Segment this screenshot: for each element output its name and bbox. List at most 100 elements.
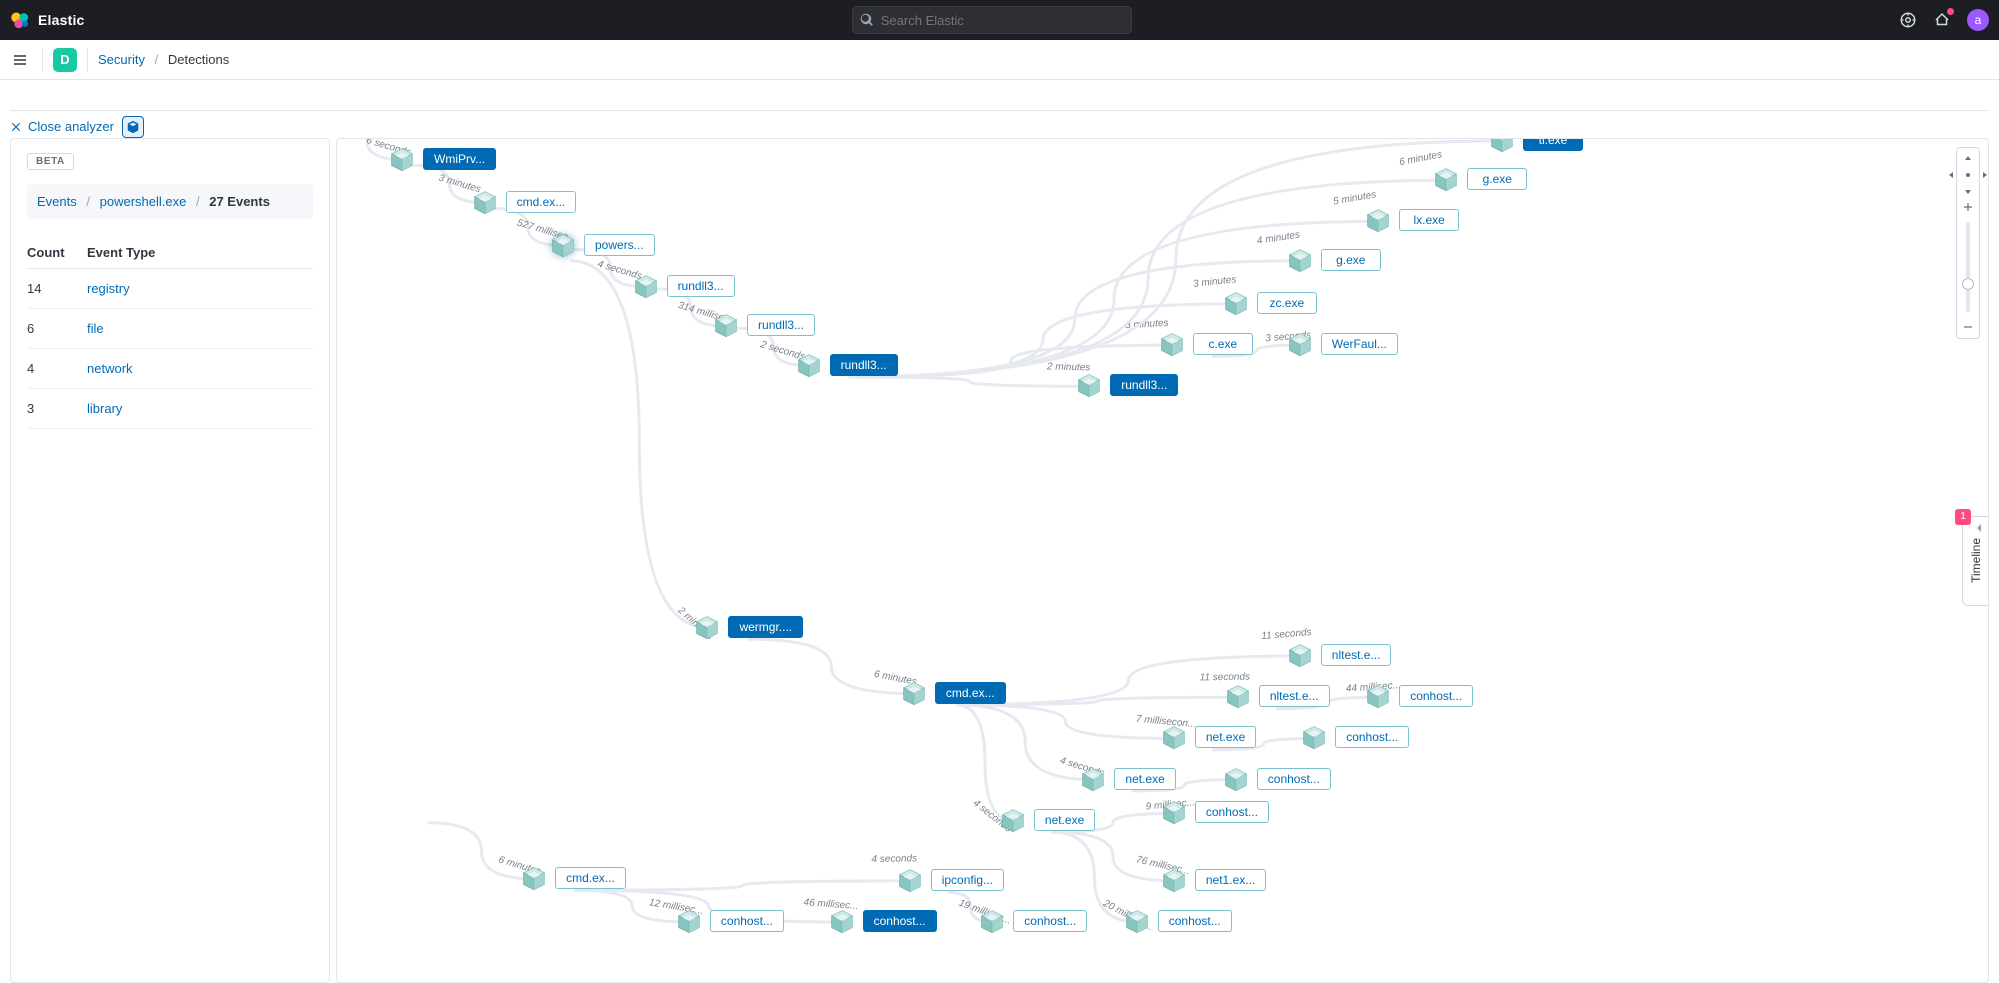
process-node-ch_cmd3[interactable]: conhost... <box>676 908 784 934</box>
analyzer-side-panel: BETA Events / powershell.exe / 27 Events… <box>10 138 330 983</box>
zoom-knob[interactable] <box>1962 278 1974 290</box>
process-node-ch_nlt2[interactable]: conhost... <box>1365 683 1473 709</box>
event-type-link[interactable]: network <box>87 361 133 376</box>
breadcrumb-parent[interactable]: Security <box>98 52 145 67</box>
process-node-ch_net3[interactable]: conhost... <box>1161 799 1269 825</box>
process-node-cmd3[interactable]: cmd.ex... <box>521 865 626 891</box>
process-node-wer[interactable]: WerFaul... <box>1287 331 1398 357</box>
process-pill[interactable]: net.exe <box>1195 726 1256 748</box>
process-pill[interactable]: c.exe <box>1193 333 1253 355</box>
process-node-g2[interactable]: g.exe <box>1433 166 1527 192</box>
process-pill[interactable]: rundll3... <box>747 314 815 336</box>
search-icon <box>860 13 874 27</box>
divider <box>87 48 88 72</box>
process-pill[interactable]: WmiPrv... <box>423 148 496 170</box>
pan-left[interactable] <box>1944 168 1960 182</box>
process-pill[interactable]: conhost... <box>1335 726 1409 748</box>
process-node-ch_ipc[interactable]: conhost... <box>979 908 1087 934</box>
timeline-flyout-toggle[interactable]: 1 Timeline <box>1962 516 1988 606</box>
process-pill[interactable]: tl.exe <box>1523 138 1583 151</box>
process-node-net1[interactable]: net.exe <box>1161 724 1256 750</box>
process-pill[interactable]: ipconfig... <box>931 869 1004 891</box>
process-node-tl[interactable]: tl.exe <box>1489 138 1583 153</box>
pan-up[interactable] <box>1960 152 1976 166</box>
cell-type: registry <box>87 269 313 309</box>
pan-center[interactable] <box>1960 168 1976 182</box>
process-pill[interactable]: lx.exe <box>1399 209 1459 231</box>
process-node-ch_net2[interactable]: conhost... <box>1223 766 1331 792</box>
user-avatar[interactable]: a <box>1967 9 1989 31</box>
bc-process[interactable]: powershell.exe <box>100 194 187 209</box>
process-pill[interactable]: nltest.e... <box>1259 685 1330 707</box>
pan-right[interactable] <box>1976 168 1989 182</box>
event-type-link[interactable]: library <box>87 401 122 416</box>
process-pill[interactable]: conhost... <box>863 910 937 932</box>
process-pill[interactable]: zc.exe <box>1257 292 1317 314</box>
zoom-in[interactable] <box>1960 200 1976 214</box>
process-pill[interactable]: wermgr.... <box>728 616 803 638</box>
process-pill[interactable]: net.exe <box>1034 809 1095 831</box>
nav-toggle[interactable] <box>8 48 32 72</box>
process-node-zc[interactable]: zc.exe <box>1223 290 1317 316</box>
process-node-net1b[interactable]: net1.ex... <box>1161 867 1266 893</box>
zoom-track[interactable] <box>1966 222 1970 312</box>
event-type-link[interactable]: registry <box>87 281 130 296</box>
event-type-link[interactable]: file <box>87 321 104 336</box>
zoom-out[interactable] <box>1960 320 1976 334</box>
process-node-cexe[interactable]: c.exe <box>1159 331 1253 357</box>
process-node-wmi[interactable]: WmiPrv... <box>389 146 496 172</box>
process-pill[interactable]: conhost... <box>1257 768 1331 790</box>
process-pill[interactable]: powers... <box>584 234 655 256</box>
process-pill[interactable]: g.exe <box>1467 168 1527 190</box>
process-pill[interactable]: WerFaul... <box>1321 333 1398 355</box>
process-pill[interactable]: cmd.ex... <box>935 682 1006 704</box>
process-node-ch_net1[interactable]: conhost... <box>1301 724 1409 750</box>
brand[interactable]: Elastic <box>10 10 85 30</box>
process-node-nlt1[interactable]: nltest.e... <box>1287 642 1392 668</box>
process-node-wermgr[interactable]: wermgr.... <box>694 614 803 640</box>
process-pill[interactable]: net.exe <box>1114 768 1175 790</box>
process-node-ps[interactable]: powers... <box>550 232 655 258</box>
process-pill[interactable]: rundll3... <box>667 275 735 297</box>
process-node-cmd1[interactable]: cmd.ex... <box>472 189 577 215</box>
process-node-ch_net1b[interactable]: conhost... <box>1124 908 1232 934</box>
close-analyzer-button[interactable]: Close analyzer <box>10 119 114 134</box>
analyzer-view-toggle[interactable] <box>122 116 144 138</box>
help-icon[interactable] <box>1899 11 1917 29</box>
space-selector[interactable]: D <box>53 48 77 72</box>
process-node-g1[interactable]: g.exe <box>1287 247 1381 273</box>
process-node-rd4[interactable]: rundll3... <box>1076 372 1178 398</box>
process-pill[interactable]: cmd.ex... <box>555 867 626 889</box>
pan-down[interactable] <box>1960 184 1976 198</box>
process-node-nlt2[interactable]: nltest.e... <box>1225 683 1330 709</box>
process-node-cmd2[interactable]: cmd.ex... <box>901 680 1006 706</box>
search-input[interactable] <box>852 6 1132 34</box>
process-pill[interactable]: g.exe <box>1321 249 1381 271</box>
process-pill[interactable]: rundll3... <box>1110 374 1178 396</box>
breadcrumb-current: Detections <box>168 52 229 67</box>
brand-name: Elastic <box>38 12 85 28</box>
table-row: 6file <box>27 309 313 349</box>
process-node-ipc[interactable]: ipconfig... <box>897 867 1004 893</box>
global-search[interactable] <box>852 6 1132 34</box>
process-node-rd1[interactable]: rundll3... <box>633 273 735 299</box>
bc-events[interactable]: Events <box>37 194 77 209</box>
col-count: Count <box>27 237 87 269</box>
process-pill[interactable]: conhost... <box>1158 910 1232 932</box>
analyzer-canvas[interactable]: 6 seconds3 minutes527 millisec...4 secon… <box>336 138 1989 983</box>
process-node-rd2[interactable]: rundll3... <box>713 312 815 338</box>
process-pill[interactable]: conhost... <box>1195 801 1269 823</box>
process-pill[interactable]: conhost... <box>1399 685 1473 707</box>
process-pill[interactable]: nltest.e... <box>1321 644 1392 666</box>
process-node-rd3[interactable]: rundll3... <box>796 352 898 378</box>
process-pill[interactable]: cmd.ex... <box>506 191 577 213</box>
newsfeed-icon[interactable] <box>1933 11 1951 29</box>
process-pill[interactable]: conhost... <box>710 910 784 932</box>
process-pill[interactable]: net1.ex... <box>1195 869 1266 891</box>
process-pill[interactable]: rundll3... <box>830 354 898 376</box>
process-node-lx[interactable]: lx.exe <box>1365 207 1459 233</box>
process-node-net3[interactable]: net.exe <box>1000 807 1095 833</box>
process-node-net2[interactable]: net.exe <box>1080 766 1175 792</box>
process-node-ch_sel[interactable]: conhost... <box>829 908 937 934</box>
process-pill[interactable]: conhost... <box>1013 910 1087 932</box>
